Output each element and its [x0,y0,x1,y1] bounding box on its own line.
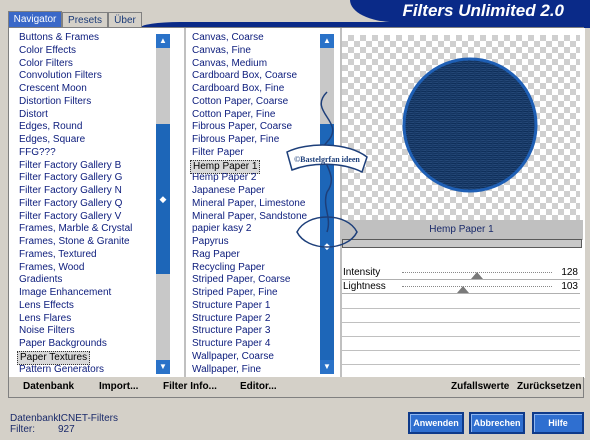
param-row-intensity[interactable]: Intensity 128 [342,266,580,280]
list-item[interactable]: Filter Factory Gallery Q [19,198,122,210]
list-item[interactable]: Frames, Marble & Crystal [19,223,132,235]
database-value: ICNET-Filters [58,413,118,424]
list-item[interactable]: Striped Paper, Fine [192,287,278,299]
list-item[interactable]: Distort [19,109,48,121]
list-item[interactable]: Gradients [19,274,62,286]
list-item[interactable]: Edges, Round [19,121,82,133]
list-item[interactable]: Japanese Paper [192,185,265,197]
scroll-up-icon[interactable]: ▲ [156,34,170,48]
scroll-up-icon[interactable]: ▲ [320,34,334,48]
list-item[interactable]: FFG??? [19,147,56,159]
scroll-down-icon[interactable]: ▼ [156,360,170,374]
slider-thumb[interactable] [471,272,483,279]
list-item[interactable]: Frames, Stone & Granite [19,236,130,248]
list-item[interactable]: Distortion Filters [19,96,91,108]
list-item[interactable]: Fibrous Paper, Fine [192,134,279,146]
list-item[interactable]: Frames, Wood [19,262,84,274]
filter-count-value: 927 [58,424,75,435]
apply-button[interactable]: Anwenden [408,412,464,434]
slider-thumb[interactable] [457,286,469,293]
list-item[interactable]: Frames, Textured [19,249,97,261]
category-list[interactable]: Buttons & Frames Color Effects Color Filte… [11,32,157,376]
list-item[interactable]: Filter Factory Gallery G [19,172,122,184]
list-item[interactable]: Striped Paper, Coarse [192,274,290,286]
import-button[interactable]: Import... [99,377,138,397]
param-divider [342,336,580,337]
scroll-down-icon[interactable]: ▼ [320,360,334,374]
list-item[interactable]: Cardboard Box, Fine [192,83,284,95]
tab-navigator[interactable]: Navigator [8,11,62,28]
list-item[interactable]: Hemp Paper 2 [192,172,256,184]
scroll-thumb[interactable]: ◆ [156,124,170,274]
progress-bar [342,239,582,248]
main-frame: Buttons & Frames Color Effects Color Filte… [8,27,585,379]
list-item[interactable]: Canvas, Fine [192,45,251,57]
param-label: Lightness [343,281,386,292]
param-value: 103 [561,281,578,292]
list-item[interactable]: papier kasy 2 [192,223,251,235]
database-label: Datenbank: [10,413,62,424]
list-item[interactable]: Wallpaper, Fine [192,364,261,376]
list-item[interactable]: Wallpaper, Coarse [192,351,274,363]
cancel-button[interactable]: Abbrechen [469,412,525,434]
list-item[interactable]: Pattern Generators [19,364,104,376]
reset-button[interactable]: Zurücksetzen [517,377,581,397]
list-item[interactable]: Canvas, Medium [192,58,267,70]
list-item[interactable]: Cotton Paper, Fine [192,109,275,121]
list-item[interactable]: Structure Paper 1 [192,300,270,312]
slider-track[interactable] [402,272,552,279]
watermark-text: ©Bastelgrfan ideen [294,155,360,164]
list-item[interactable]: Cotton Paper, Coarse [192,96,288,108]
help-button[interactable]: Hilfe [532,412,584,434]
datenbank-button[interactable]: Datenbank [23,377,74,397]
tab-uber[interactable]: Über [108,12,142,28]
list-item[interactable]: Paper Backgrounds [19,338,107,350]
list-item[interactable]: Filter Factory Gallery N [19,185,122,197]
list-item[interactable]: Color Filters [19,58,73,70]
category-scrollbar[interactable]: ▲ ◆ ▼ [156,34,170,374]
tab-presets[interactable]: Presets [62,12,108,28]
list-item[interactable]: Recycling Paper [192,262,265,274]
list-item[interactable]: Color Effects [19,45,76,57]
param-value: 128 [561,267,578,278]
list-item[interactable]: Edges, Square [19,134,85,146]
editor-button[interactable]: Editor... [240,377,277,397]
preview-image [342,35,580,220]
bottom-toolbar: Datenbank Import... Filter Info... Edito… [8,377,584,398]
param-divider [342,322,580,323]
app-title: Filters Unlimited 2.0 [350,0,590,22]
randomize-button[interactable]: Zufallswerte [451,377,509,397]
watermark-ornament-icon: ©Bastelgrfan ideen [286,91,368,248]
list-item[interactable]: Convolution Filters [19,70,102,82]
list-item[interactable]: Noise Filters [19,325,75,337]
list-item[interactable]: Canvas, Coarse [192,32,264,44]
filter-count-label: Filter: [10,424,35,435]
list-item[interactable]: Lens Flares [19,313,71,325]
param-label: Intensity [343,267,381,278]
hemp-texture-circle-icon [402,57,538,193]
list-item[interactable]: Crescent Moon [19,83,87,95]
list-item[interactable]: Filter Factory Gallery V [19,211,121,223]
param-divider [342,308,580,309]
list-item[interactable]: Rag Paper [192,249,240,261]
filter-info-button[interactable]: Filter Info... [163,377,217,397]
list-item[interactable]: Structure Paper 2 [192,313,270,325]
list-item[interactable]: Filter Paper [192,147,244,159]
list-item[interactable]: Lens Effects [19,300,74,312]
list-item[interactable]: Cardboard Box, Coarse [192,70,297,82]
list-item[interactable]: Filter Factory Gallery B [19,160,121,172]
list-item[interactable]: Structure Paper 3 [192,325,270,337]
list-item[interactable]: Structure Paper 4 [192,338,270,350]
param-row-lightness[interactable]: Lightness 103 [342,280,580,294]
list-item[interactable]: Buttons & Frames [19,32,99,44]
list-item[interactable]: Papyrus [192,236,229,248]
param-divider [342,350,580,351]
slider-track[interactable] [402,286,552,293]
param-divider [342,364,580,365]
list-item[interactable]: Image Enhancement [19,287,111,299]
